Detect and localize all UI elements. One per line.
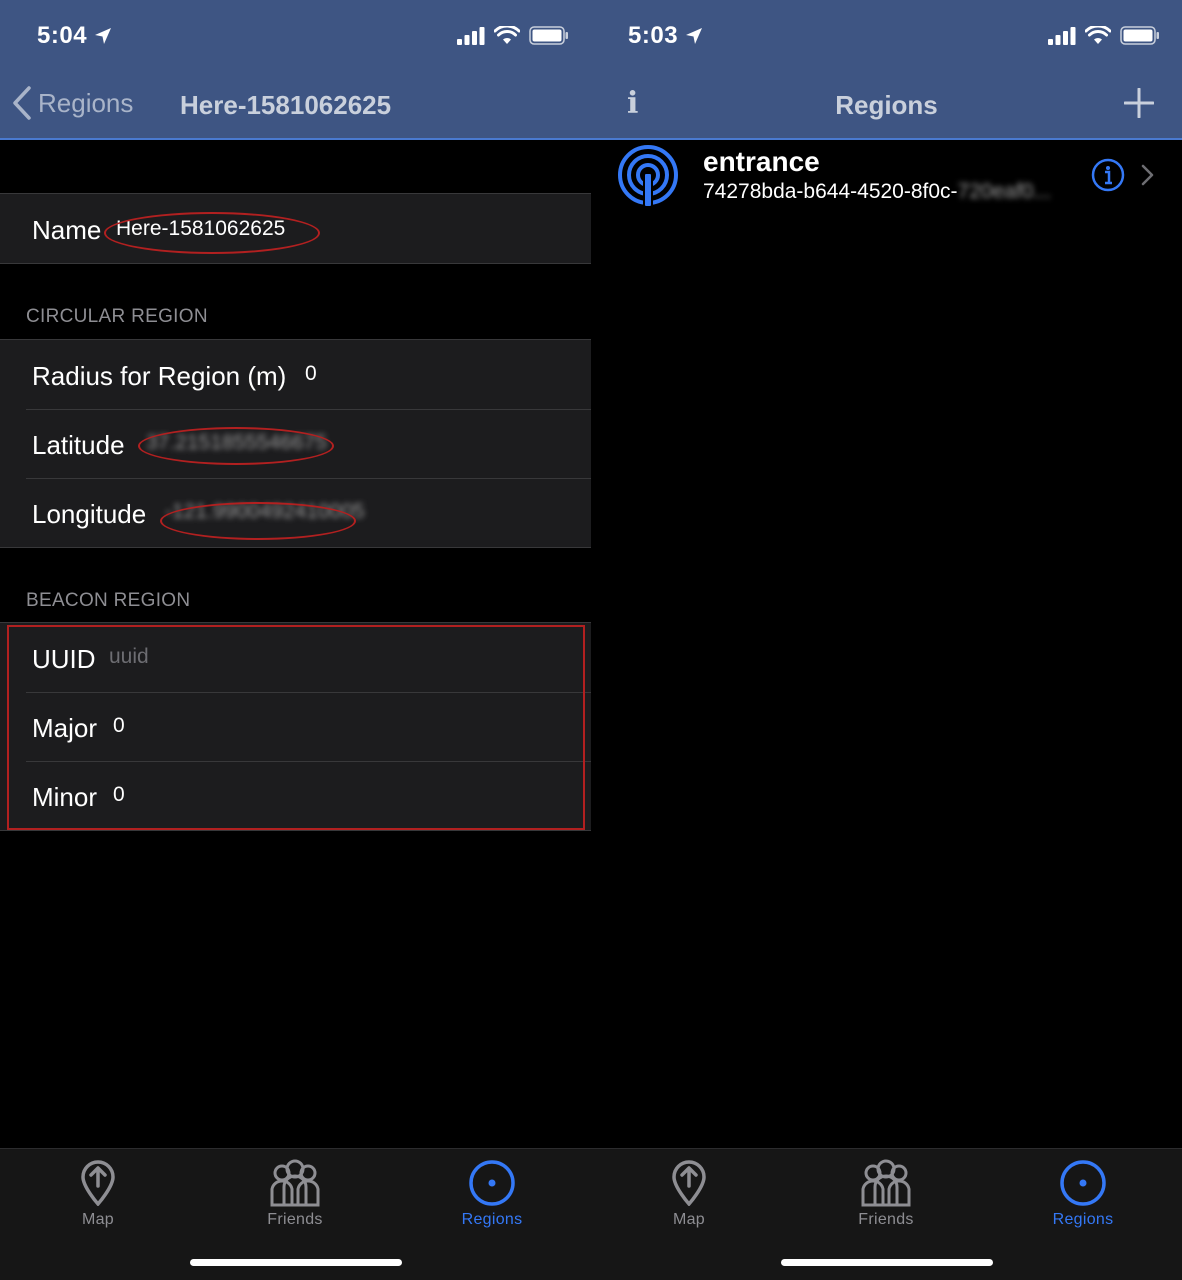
map-pin-icon (672, 1160, 706, 1206)
uuid-label: UUID (32, 644, 96, 674)
beacon-region-header: BEACON REGION (26, 590, 191, 611)
beacon-broadcast-icon (618, 145, 678, 208)
radius-cell[interactable]: Radius for Region (m) 0 (0, 340, 591, 409)
friends-icon (270, 1159, 320, 1207)
signal-icon (457, 26, 485, 45)
page-title: Here-1581062625 (180, 90, 392, 120)
latitude-label: Latitude (32, 430, 125, 460)
tab-friends[interactable]: Friends (826, 1157, 946, 1229)
status-time: 5:04 (37, 22, 88, 49)
map-pin-icon (81, 1160, 115, 1206)
radius-field[interactable]: 0 (305, 362, 317, 386)
region-uuid: 74278bda-b644-4520-8f0c-720eaf0... (703, 180, 1051, 204)
minor-field[interactable]: 0 (113, 783, 125, 807)
status-icons (457, 26, 569, 45)
navigation-bar: Regions Here-1581062625 (0, 70, 591, 140)
tab-friends[interactable]: Friends (235, 1157, 355, 1229)
location-arrow-icon (686, 28, 702, 44)
beacon-region-group: UUID uuid Major 0 Minor 0 (0, 622, 591, 831)
tab-regions-label: Regions (461, 1211, 523, 1228)
longitude-cell[interactable]: Longitude -121.9900492410005 (0, 478, 591, 547)
status-time: 5:03 (628, 22, 679, 49)
home-indicator (781, 1259, 993, 1266)
tab-map-label: Map (672, 1211, 706, 1228)
battery-icon (1120, 26, 1159, 45)
tab-friends-label: Friends (858, 1211, 914, 1228)
latitude-cell[interactable]: Latitude 37.2151855546675 (0, 409, 591, 478)
wifi-icon (494, 26, 520, 44)
battery-icon (529, 26, 568, 45)
region-name: entrance (703, 146, 820, 177)
status-bar: 5:03 (591, 0, 1182, 70)
uuid-cell[interactable]: UUID uuid (0, 623, 591, 692)
tab-map-label: Map (81, 1211, 115, 1228)
info-icon[interactable] (1091, 158, 1125, 192)
page-title: Regions (835, 90, 938, 120)
home-indicator (190, 1259, 402, 1266)
radius-label: Radius for Region (m) (32, 361, 287, 391)
list-item[interactable]: entrance 74278bda-b644-4520-8f0c-720eaf0… (591, 140, 1182, 210)
circular-region-group: Radius for Region (m) 0 Latitude 37.2151… (0, 339, 591, 548)
longitude-label: Longitude (32, 499, 147, 529)
regions-icon (469, 1160, 515, 1206)
region-uuid-visible: 74278bda-b644-4520-8f0c- (703, 180, 958, 203)
tab-regions-label: Regions (1052, 1211, 1114, 1228)
longitude-field[interactable]: -121.9900492410005 (165, 500, 365, 524)
wifi-icon (1085, 26, 1111, 44)
latitude-field[interactable]: 37.2151855546675 (146, 431, 327, 455)
tab-friends-label: Friends (267, 1211, 323, 1228)
regions-list-screen: 5:03 i Regions entrance 74278bda-b644-45… (591, 0, 1182, 1280)
name-field[interactable]: Here-1581062625 (116, 217, 285, 241)
status-bar: 5:04 (0, 0, 591, 70)
regions-icon (1060, 1160, 1106, 1206)
uuid-field[interactable]: uuid (109, 645, 149, 669)
back-button[interactable]: Regions (12, 86, 133, 120)
location-arrow-icon (95, 28, 111, 44)
major-label: Major (32, 713, 98, 743)
name-cell[interactable]: Name Here-1581062625 (0, 194, 591, 263)
tab-regions[interactable]: Regions (1023, 1157, 1143, 1229)
major-cell[interactable]: Major 0 (0, 692, 591, 761)
chevron-right-icon (1141, 164, 1154, 186)
add-region-button[interactable] (1124, 88, 1154, 118)
circular-region-header: CIRCULAR REGION (26, 306, 208, 327)
signal-icon (1048, 26, 1076, 45)
major-field[interactable]: 0 (113, 714, 125, 738)
tab-map[interactable]: Map (38, 1157, 158, 1229)
region-detail-screen: 5:04 Regions Here-1581062625 Name Here-1… (0, 0, 591, 1280)
friends-icon (861, 1159, 911, 1207)
minor-label: Minor (32, 782, 98, 812)
region-uuid-redacted: 720eaf0... (957, 180, 1051, 203)
tab-map[interactable]: Map (629, 1157, 749, 1229)
status-icons (1048, 26, 1160, 45)
navigation-bar: i Regions (591, 70, 1182, 140)
back-label: Regions (38, 87, 134, 118)
name-label: Name (32, 215, 102, 245)
minor-cell[interactable]: Minor 0 (0, 761, 591, 830)
name-group: Name Here-1581062625 (0, 193, 591, 264)
chevron-left-icon (13, 86, 31, 120)
tab-regions[interactable]: Regions (432, 1157, 552, 1229)
